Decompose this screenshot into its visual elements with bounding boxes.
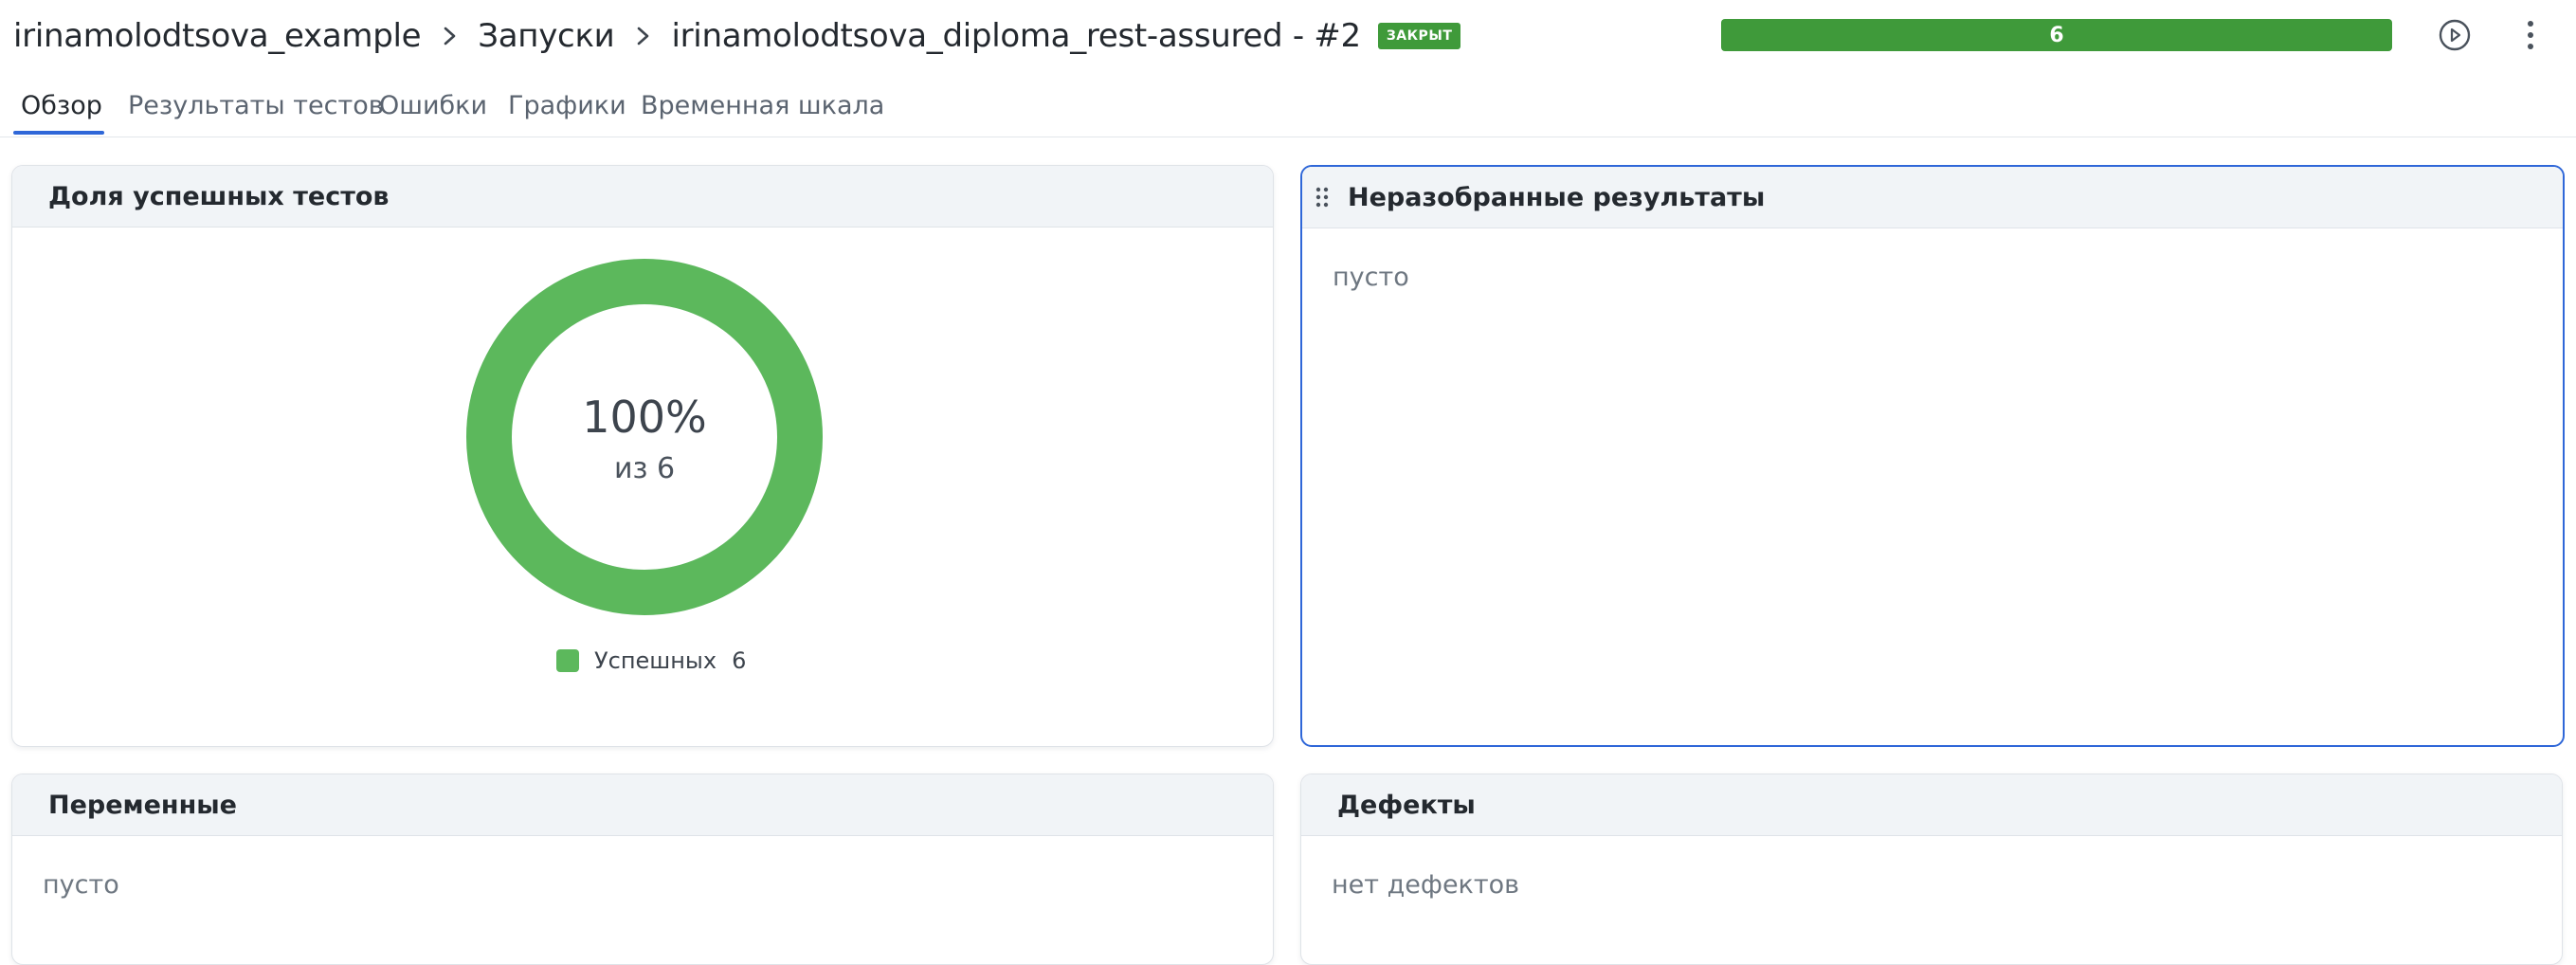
success-total: из 6 bbox=[614, 452, 675, 485]
empty-state: пусто bbox=[1333, 263, 1409, 292]
tab-timeline[interactable]: Временная шкала bbox=[641, 91, 884, 135]
widget-title: Дефекты bbox=[1301, 774, 2562, 836]
breadcrumb-launch: irinamolodtsova_diploma_rest-assured - #… bbox=[671, 17, 1361, 55]
widget-title: Доля успешных тестов bbox=[12, 166, 1273, 228]
variables-widget: Переменные пусто bbox=[11, 774, 1274, 965]
empty-state: пусто bbox=[43, 870, 119, 900]
tab-test-results[interactable]: Результаты тестов bbox=[128, 91, 384, 135]
drag-handle-icon[interactable] bbox=[1314, 187, 1331, 208]
tab-bar: Обзор Результаты тестов Ошибки Графики В… bbox=[0, 80, 2576, 137]
widget-title: Неразобранные результаты bbox=[1348, 182, 1766, 212]
status-badge: ЗАКРЫТ bbox=[1377, 23, 1461, 49]
legend-swatch bbox=[556, 649, 579, 672]
tab-graphs[interactable]: Графики bbox=[508, 91, 626, 135]
breadcrumb-launches[interactable]: Запуски bbox=[478, 17, 615, 55]
defects-widget: Дефекты нет дефектов bbox=[1300, 774, 2563, 965]
chevron-right-icon bbox=[428, 22, 470, 50]
play-circle-icon bbox=[2439, 19, 2471, 51]
more-vertical-icon bbox=[2528, 21, 2533, 49]
tab-errors[interactable]: Ошибки bbox=[379, 91, 487, 135]
chart-legend: Успешных 6 bbox=[556, 646, 746, 675]
unprocessed-results-widget[interactable]: Неразобранные результаты пусто bbox=[1300, 165, 2565, 747]
legend-count: 6 bbox=[732, 647, 747, 674]
success-percent: 100% bbox=[582, 391, 707, 443]
tab-overview[interactable]: Обзор bbox=[21, 91, 102, 135]
success-donut-chart: 100% из 6 bbox=[466, 259, 823, 615]
more-menu-button[interactable] bbox=[2512, 16, 2549, 54]
breadcrumb: irinamolodtsova_example Запуски irinamol… bbox=[13, 13, 1461, 59]
widget-header: Неразобранные результаты bbox=[1302, 167, 2563, 228]
chevron-right-icon bbox=[622, 22, 663, 50]
launch-progress-bar: 6 bbox=[1721, 19, 2392, 51]
run-button[interactable] bbox=[2436, 16, 2474, 54]
progress-count: 6 bbox=[2049, 23, 2064, 47]
active-tab-indicator bbox=[13, 131, 104, 135]
breadcrumb-project[interactable]: irinamolodtsova_example bbox=[13, 17, 422, 55]
page-header: irinamolodtsova_example Запуски irinamol… bbox=[0, 0, 2576, 72]
success-rate-widget: Доля успешных тестов 100% из 6 Успешных … bbox=[11, 165, 1274, 747]
widget-title: Переменные bbox=[12, 774, 1273, 836]
legend-label: Успешных bbox=[594, 647, 717, 674]
empty-state: нет дефектов bbox=[1332, 870, 1520, 900]
